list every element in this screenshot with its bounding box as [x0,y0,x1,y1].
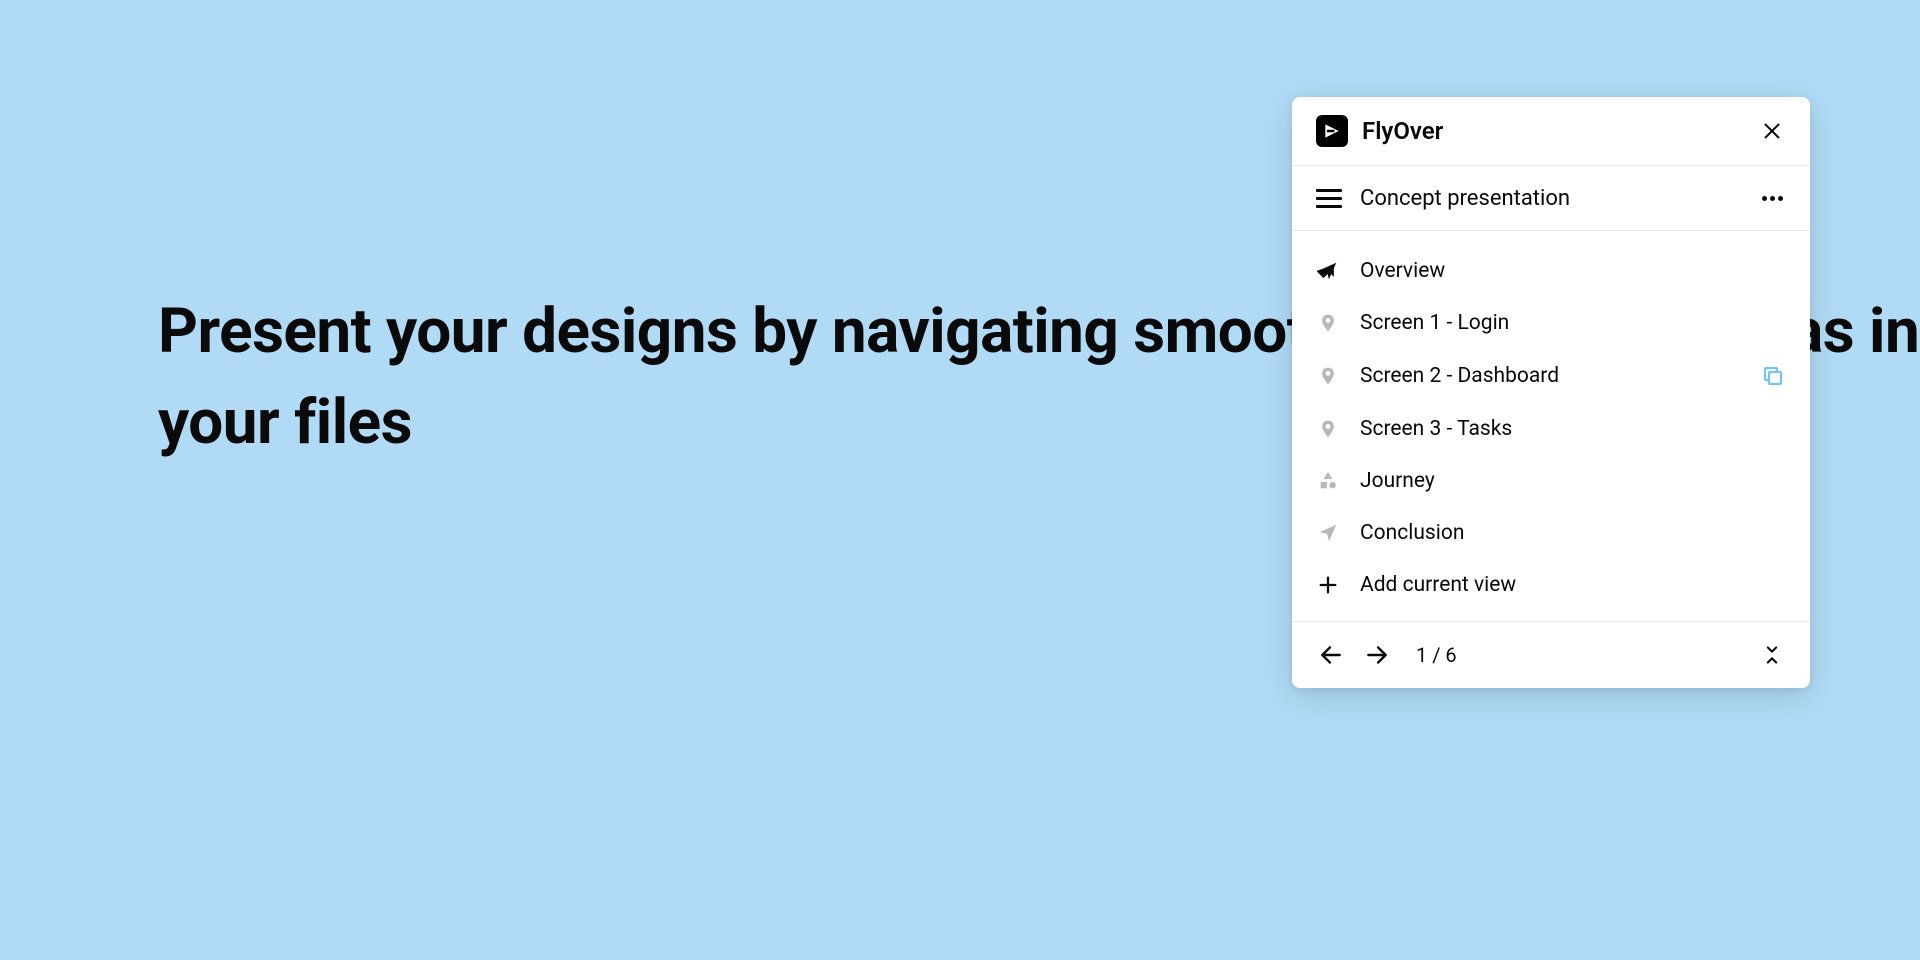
presentation-title: Concept presentation [1360,186,1570,211]
panel-footer: 1 / 6 [1292,622,1810,688]
shapes-icon [1316,469,1340,493]
slide-item-conclusion[interactable]: Conclusion [1292,507,1810,559]
flyover-panel: FlyOver Concept presentation Overview [1292,97,1810,688]
slide-label: Conclusion [1360,521,1464,545]
slide-label: Overview [1360,259,1445,283]
menu-icon[interactable] [1316,185,1342,211]
slide-item-overview[interactable]: Overview [1292,245,1810,297]
slide-item-screen-1[interactable]: Screen 1 - Login [1292,297,1810,349]
slide-item-screen-3[interactable]: Screen 3 - Tasks [1292,403,1810,455]
close-button[interactable] [1758,117,1786,145]
app-name: FlyOver [1362,117,1443,145]
slide-item-screen-2[interactable]: Screen 2 - Dashboard [1292,349,1810,403]
app-logo-icon [1316,115,1348,147]
next-button[interactable] [1362,640,1392,670]
slide-label: Screen 1 - Login [1360,311,1509,335]
slide-label: Screen 3 - Tasks [1360,417,1512,441]
slide-label: Screen 2 - Dashboard [1360,364,1559,388]
prev-button[interactable] [1316,640,1346,670]
pin-icon [1316,364,1340,388]
arrow-outline-icon [1316,521,1340,545]
collapse-button[interactable] [1758,641,1786,669]
add-current-view-button[interactable]: Add current view [1292,559,1810,611]
pin-icon [1316,311,1340,335]
slides-list: Overview Screen 1 - Login Screen 2 - Das… [1292,231,1810,622]
arrow-filled-icon [1316,259,1340,283]
more-options-button[interactable] [1758,184,1786,212]
page-counter: 1 / 6 [1416,643,1457,667]
slide-label: Journey [1360,469,1435,493]
copy-icon[interactable] [1760,363,1786,389]
panel-header: FlyOver [1292,97,1810,166]
panel-subheader: Concept presentation [1292,166,1810,231]
slide-item-journey[interactable]: Journey [1292,455,1810,507]
add-label: Add current view [1360,573,1516,597]
plus-icon [1316,573,1340,597]
pin-icon [1316,417,1340,441]
